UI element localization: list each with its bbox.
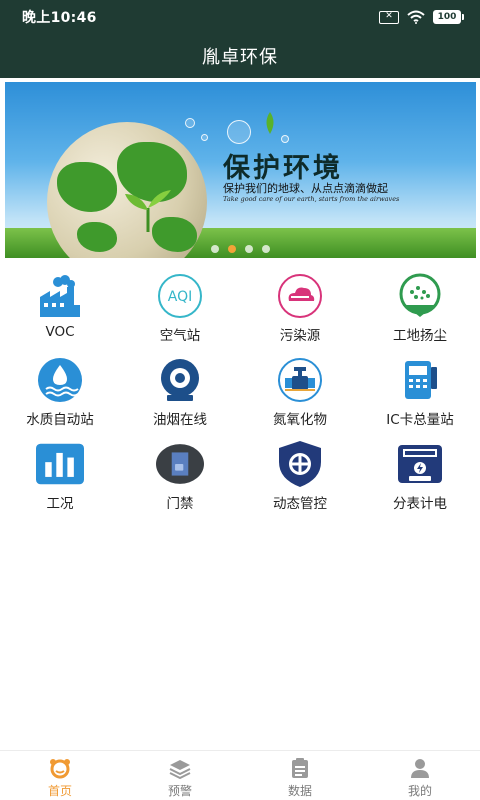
module-label: 动态管控 [273,496,327,512]
carousel-dot[interactable] [245,245,253,253]
shield-icon [276,440,324,488]
module-label: VOC [45,324,75,340]
module-label: 门禁 [166,496,194,512]
leaf-icon [266,112,274,134]
carousel-dot[interactable] [211,245,219,253]
tab-label: 我的 [407,784,432,798]
module-label: 油烟在线 [153,412,207,428]
clipboard-icon [292,758,308,778]
carousel-dot[interactable] [262,245,270,253]
module-label: 工地扬尘 [393,328,447,344]
module-sub-metering[interactable]: 分表计电 [360,440,480,512]
module-label: 工况 [46,496,74,512]
tab-home[interactable]: 首页 [0,751,120,800]
water-drop-icon [36,356,84,404]
module-label: 污染源 [279,328,321,344]
pollution-cloud-icon [276,272,324,320]
user-icon [411,759,429,778]
tab-alerts[interactable]: 预警 [120,751,240,800]
aqi-icon: AQI [156,272,204,320]
meter-icon [396,440,444,488]
module-label: 氮氧化物 [273,412,327,428]
status-bar: 晚上10:46 ✕ 100 [0,0,480,34]
module-water-station[interactable]: 水质自动站 [0,356,120,428]
sprout-icon [125,190,171,232]
module-operating-status[interactable]: 工况 [0,440,120,512]
banner-subtitle: 保护我们的地球、从点点滴滴做起 [223,182,388,195]
pipeline-icon [276,356,324,404]
module-air-station[interactable]: AQI 空气站 [120,272,240,344]
tab-label: 预警 [167,784,192,798]
dust-icon [396,272,444,320]
module-dynamic-control[interactable]: 动态管控 [240,440,360,512]
wifi-icon [407,10,425,24]
tab-profile[interactable]: 我的 [360,751,480,800]
home-icon [50,759,70,779]
chimney-icon [156,356,204,404]
module-fume-online[interactable]: 油烟在线 [120,356,240,428]
bar-chart-icon [36,440,84,488]
tab-label: 首页 [47,784,72,798]
svg-text:AQI: AQI [168,289,192,305]
module-label: 空气站 [159,328,201,344]
module-label: IC卡总量站 [386,412,454,428]
module-ic-card-station[interactable]: IC卡总量站 [360,356,480,428]
battery-level: 100 [433,10,461,24]
banner-carousel[interactable]: 保护环境 保护我们的地球、从点点滴滴做起 Take good care of o… [5,82,476,258]
banner-caption: Take good care of our earth, starts from… [223,195,400,203]
module-label: 分表计电 [393,496,447,512]
app-header: 胤卓环保 [0,34,480,78]
card-reader-icon [396,356,444,404]
module-label: 水质自动站 [26,412,94,428]
module-access-control[interactable]: 门禁 [120,440,240,512]
sim-off-icon: ✕ [379,10,399,24]
factory-icon [36,272,84,320]
module-nitrogen-oxide[interactable]: 氮氧化物 [240,356,360,428]
module-site-dust[interactable]: 工地扬尘 [360,272,480,344]
layers-icon [169,760,191,779]
door-access-icon [156,440,204,488]
tab-data[interactable]: 数据 [240,751,360,800]
status-time: 晚上10:46 [22,10,97,26]
status-icons: ✕ 100 [379,10,464,24]
bottom-tab-bar: 首页 预警 数据 我的 [0,750,480,800]
page-title: 胤卓环保 [202,47,278,68]
carousel-indicator [5,245,476,253]
module-voc[interactable]: VOC [0,272,120,344]
carousel-dot-active[interactable] [228,245,236,253]
tab-label: 数据 [287,784,312,798]
module-pollution-source[interactable]: 污染源 [240,272,360,344]
battery-icon: 100 [433,10,464,24]
